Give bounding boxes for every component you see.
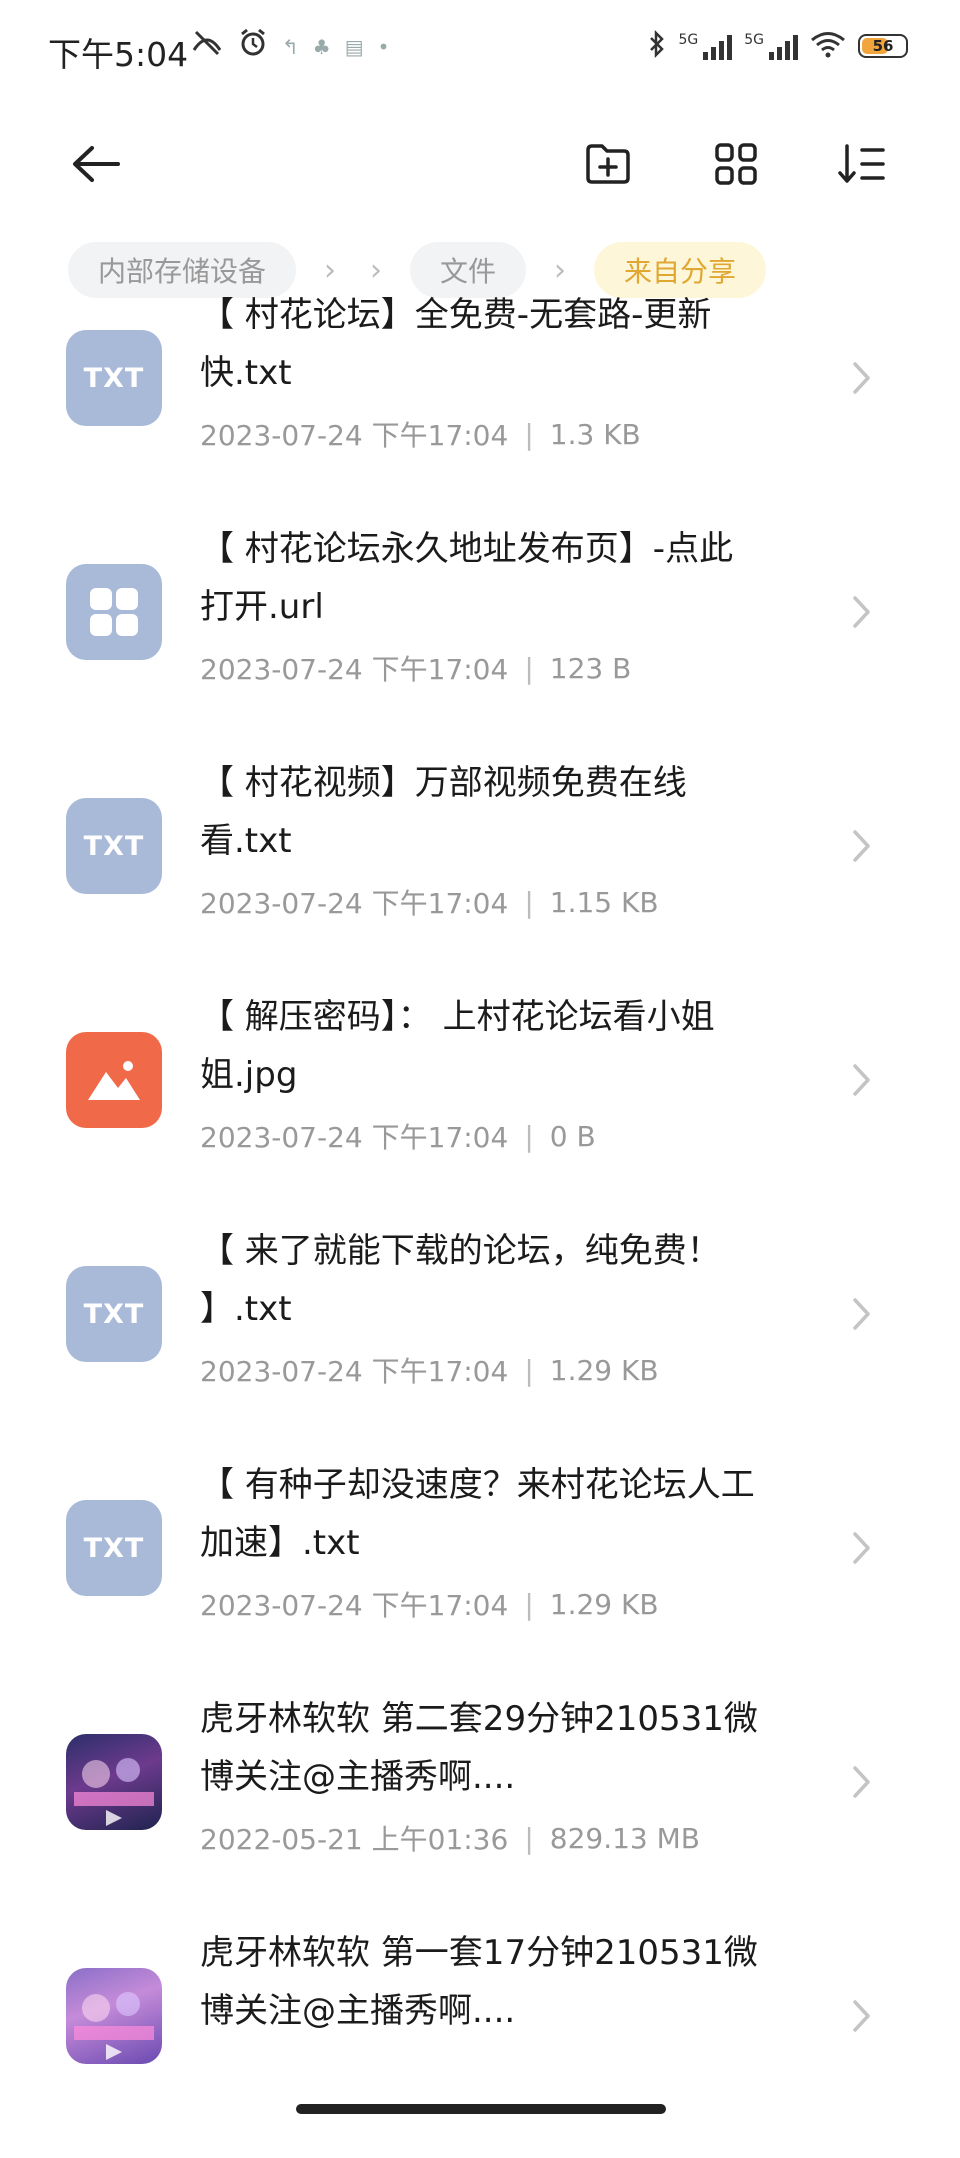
chevron-right-icon: [846, 1762, 876, 1802]
link-file-icon: [66, 564, 162, 660]
file-size: 1.15 KB: [549, 885, 659, 919]
status-system-icons: 5G 5G 56: [648, 29, 908, 62]
txt-file-icon: TXT: [66, 1266, 162, 1362]
file-name: 虎牙林软软 第一套17分钟210531微博关注@主播秀啊....: [200, 1933, 758, 2031]
sort-icon: [838, 144, 885, 183]
file-meta: 2023-07-24 下午17:04 | 1.3 KB: [200, 414, 641, 454]
file-size: 0 B: [549, 1119, 596, 1153]
meta-divider: |: [524, 417, 534, 451]
wifi-icon: [810, 30, 846, 62]
chevron-right-icon: [846, 1996, 876, 2036]
bluetooth-icon: [648, 29, 666, 62]
grid-view-button[interactable]: [696, 124, 776, 204]
txt-file-icon: TXT: [66, 1500, 162, 1596]
txt-file-icon: TXT: [66, 798, 162, 894]
no-disturb-icon: [190, 28, 224, 65]
file-date: 2023-07-24 下午17:04: [200, 1121, 509, 1154]
battery-level: 56: [872, 37, 894, 55]
file-meta: 2023-07-24 下午17:04 | 1.29 KB: [200, 1350, 659, 1390]
file-size: 1.3 KB: [549, 417, 641, 451]
file-name: 【 解压密码】： 上村花论坛看小姐姐.jpg: [200, 997, 715, 1095]
file-size: 1.29 KB: [549, 1587, 659, 1621]
breadcrumb-separator-icon: ›: [324, 252, 337, 288]
file-date: 2023-07-24 下午17:04: [200, 1355, 509, 1388]
txt-file-icon: TXT: [66, 330, 162, 426]
file-row[interactable]: 【 解压密码】： 上村花论坛看小姐姐.jpg 2023-07-24 下午17:04…: [0, 992, 960, 1222]
file-date: 2023-07-24 下午17:04: [200, 419, 509, 452]
toolbar: [0, 100, 960, 220]
home-indicator[interactable]: [296, 2104, 666, 2114]
chevron-right-icon: [846, 592, 876, 632]
chevron-right-icon: [846, 1528, 876, 1568]
chevron-right-icon: [846, 826, 876, 866]
file-name: 【 村花论坛】全免费-无套路-更新快.txt: [200, 295, 712, 393]
file-size: 1.29 KB: [549, 1353, 659, 1387]
app-notification-icon: ↰: [282, 34, 299, 59]
file-date: 2023-07-24 下午17:04: [200, 887, 509, 920]
sort-button[interactable]: [822, 124, 902, 204]
file-row[interactable]: TXT 【 村花视频】万部视频免费在线看.txt 2023-07-24 下午17:0…: [0, 758, 960, 988]
file-row[interactable]: 虎牙林软软 第一套17分钟210531微博关注@主播秀啊....: [0, 1928, 960, 2158]
meta-divider: |: [524, 885, 534, 919]
app-notification-icon: ▤: [344, 34, 364, 59]
breadcrumb-separator-icon: ›: [554, 252, 567, 288]
chevron-right-icon: [846, 1060, 876, 1100]
signal-2-icon: 5G: [744, 32, 798, 60]
app-notification-icon: ♣: [312, 34, 331, 59]
image-file-icon: [66, 1032, 162, 1128]
file-size: 829.13 MB: [549, 1821, 701, 1855]
grid-view-icon: [715, 143, 757, 185]
video-thumbnail: [66, 1734, 162, 1830]
status-bar: 下午5:04 ↰ ♣ ▤ • 5G 5G 56: [0, 0, 960, 100]
new-folder-icon: [586, 144, 630, 184]
signal-1-icon: 5G: [678, 32, 733, 60]
chevron-right-icon: [846, 358, 876, 398]
file-row[interactable]: TXT 【 村花论坛】全免费-无套路-更新快.txt 2023-07-24 下午17…: [0, 290, 960, 520]
file-row[interactable]: 虎牙林软软 第二套29分钟210531微博关注@主播秀啊.... 2022-05-…: [0, 1694, 960, 1924]
new-folder-button[interactable]: [568, 124, 648, 204]
back-button[interactable]: [56, 124, 136, 204]
file-date: 2023-07-24 下午17:04: [200, 1589, 509, 1622]
file-name: 虎牙林软软 第二套29分钟210531微博关注@主播秀啊....: [200, 1699, 758, 1797]
meta-divider: |: [524, 651, 534, 685]
chevron-right-icon: [846, 1294, 876, 1334]
file-name: 【 村花论坛永久地址发布页】-点此打开.url: [200, 529, 734, 627]
file-name: 【 有种子却没速度？来村花论坛人工加速】.txt: [200, 1465, 755, 1563]
file-size: 123 B: [549, 651, 632, 685]
file-date: 2022-05-21 上午01:36: [200, 1823, 509, 1856]
file-date: 2023-07-24 下午17:04: [200, 653, 509, 686]
status-notification-icons: ↰ ♣ ▤ •: [190, 28, 389, 65]
file-meta: 2023-07-24 下午17:04 | 123 B: [200, 648, 631, 688]
meta-divider: |: [524, 1821, 534, 1855]
file-name: 【 来了就能下载的论坛，纯免费！ 】.txt: [200, 1231, 721, 1329]
meta-divider: |: [524, 1353, 534, 1387]
file-row[interactable]: TXT 【 来了就能下载的论坛，纯免费！ 】.txt 2023-07-24 下午17…: [0, 1226, 960, 1456]
back-arrow-icon: [73, 146, 120, 182]
file-meta: 2023-07-24 下午17:04 | 1.15 KB: [200, 882, 659, 922]
alarm-icon: [238, 28, 268, 65]
file-meta: 2022-05-21 上午01:36 | 829.13 MB: [200, 1818, 700, 1858]
file-row[interactable]: TXT 【 有种子却没速度？来村花论坛人工加速】.txt 2023-07-24 下午…: [0, 1460, 960, 1690]
more-notifications-icon: •: [377, 34, 390, 59]
file-meta: 2023-07-24 下午17:04 | 1.29 KB: [200, 1584, 659, 1624]
file-row[interactable]: 【 村花论坛永久地址发布页】-点此打开.url 2023-07-24 下午17:0…: [0, 524, 960, 754]
file-meta: 2023-07-24 下午17:04 | 0 B: [200, 1116, 596, 1156]
meta-divider: |: [524, 1119, 534, 1153]
breadcrumb-separator-icon: ›: [370, 252, 383, 288]
meta-divider: |: [524, 1587, 534, 1621]
video-thumbnail: [66, 1968, 162, 2064]
file-name: 【 村花视频】万部视频免费在线看.txt: [200, 763, 687, 861]
status-time: 下午5:04: [48, 35, 189, 74]
battery-icon: 56: [858, 34, 908, 58]
